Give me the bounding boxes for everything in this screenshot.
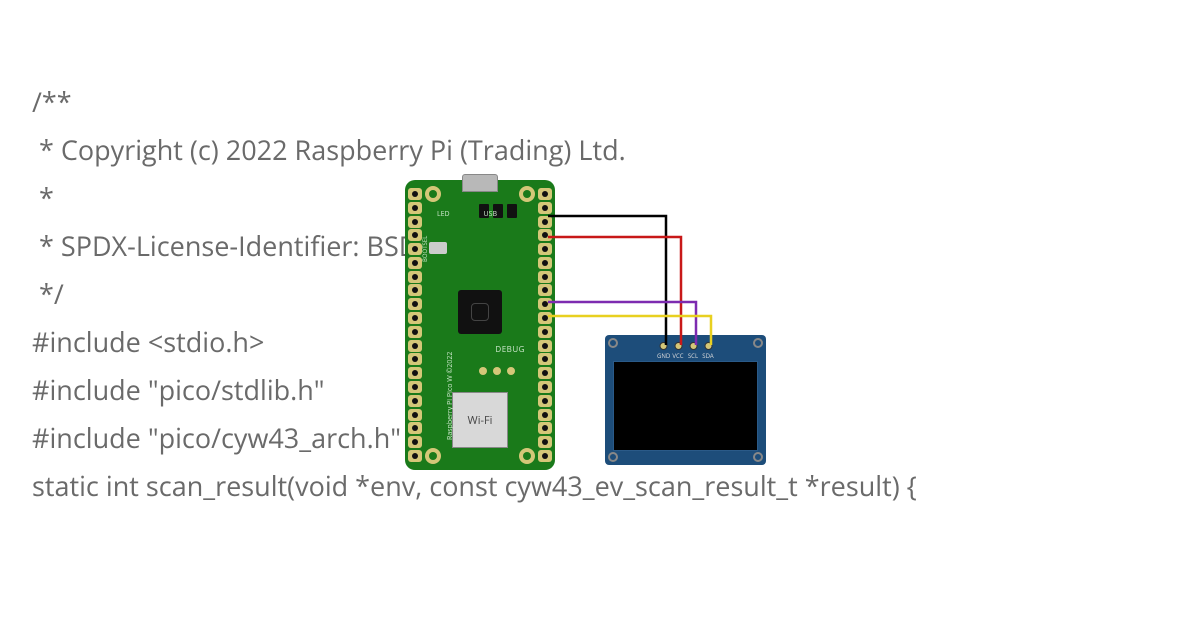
usb-connector-icon	[462, 174, 498, 192]
gpio-pin[interactable]	[538, 216, 552, 228]
mounting-hole-icon	[608, 452, 618, 462]
oled-pin-labels: GNDVCCSCLSDA	[657, 352, 714, 360]
mounting-hole-icon	[519, 186, 535, 202]
gpio-pin[interactable]	[538, 243, 552, 255]
oled-module[interactable]: GNDVCCSCLSDA	[605, 335, 766, 465]
gpio-pin[interactable]	[538, 298, 552, 310]
gpio-pin[interactable]	[408, 436, 422, 448]
gpio-pin[interactable]	[538, 257, 552, 269]
oled-pin-gnd[interactable]	[659, 342, 667, 350]
mounting-hole-icon	[425, 186, 441, 202]
gpio-pin[interactable]	[538, 367, 552, 379]
gpio-pin[interactable]	[408, 298, 422, 310]
gpio-pin[interactable]	[538, 395, 552, 407]
gpio-pins-right[interactable]	[538, 188, 552, 462]
mounting-hole-icon	[608, 338, 618, 348]
usb-label: USB	[484, 210, 497, 219]
board-name-label: Raspberry Pi Pico W ©2022	[446, 352, 455, 440]
code-line: * Copyright (c) 2022 Raspberry Pi (Tradi…	[32, 126, 917, 174]
mounting-hole-icon	[519, 448, 535, 464]
gpio-pin[interactable]	[408, 312, 422, 324]
gpio-pin[interactable]	[538, 409, 552, 421]
gpio-pin[interactable]	[408, 395, 422, 407]
mounting-hole-icon	[753, 338, 763, 348]
gpio-pin[interactable]	[408, 353, 422, 365]
led-label: LED	[437, 210, 450, 219]
gpio-pin[interactable]	[538, 340, 552, 352]
gpio-pin[interactable]	[538, 450, 552, 462]
rp2040-chip-icon	[458, 290, 502, 334]
gpio-pin[interactable]	[408, 243, 422, 255]
oled-screen	[613, 361, 758, 451]
gpio-pin[interactable]	[538, 188, 552, 200]
gpio-pin[interactable]	[408, 229, 422, 241]
gpio-pin[interactable]	[408, 188, 422, 200]
gpio-pin[interactable]	[408, 340, 422, 352]
bootsel-label: BOOTSEL	[421, 236, 429, 262]
bootsel-button[interactable]	[429, 242, 447, 254]
gpio-pin[interactable]	[408, 271, 422, 283]
gpio-pin[interactable]	[408, 284, 422, 296]
gpio-pin[interactable]	[408, 422, 422, 434]
gpio-pin[interactable]	[408, 202, 422, 214]
gpio-pin[interactable]	[538, 353, 552, 365]
gpio-pin[interactable]	[538, 381, 552, 393]
gpio-pin[interactable]	[538, 422, 552, 434]
oled-pin-scl[interactable]	[689, 342, 697, 350]
oled-pin-vcc[interactable]	[674, 342, 682, 350]
mounting-hole-icon	[425, 448, 441, 464]
debug-pads[interactable]	[479, 367, 515, 375]
gpio-pin[interactable]	[408, 257, 422, 269]
gpio-pin[interactable]	[538, 229, 552, 241]
gpio-pin[interactable]	[408, 409, 422, 421]
gpio-pin[interactable]	[538, 202, 552, 214]
oled-pin-sda[interactable]	[704, 342, 712, 350]
gpio-pin[interactable]	[538, 312, 552, 324]
gpio-pin[interactable]	[408, 367, 422, 379]
mounting-hole-icon	[753, 452, 763, 462]
gpio-pins-left[interactable]	[408, 188, 422, 462]
gpio-pin[interactable]	[538, 326, 552, 338]
gpio-pin[interactable]	[408, 326, 422, 338]
pico-w-board[interactable]: Wi-Fi DEBUG USB LED BOOTSEL Raspberry Pi…	[405, 180, 555, 470]
gpio-pin[interactable]	[538, 284, 552, 296]
gpio-pin[interactable]	[538, 436, 552, 448]
oled-pin-header[interactable]	[659, 342, 712, 350]
gpio-pin[interactable]	[408, 450, 422, 462]
code-line: /**	[32, 78, 917, 126]
gpio-pin[interactable]	[408, 381, 422, 393]
debug-label: DEBUG	[495, 344, 525, 355]
wifi-module: Wi-Fi	[452, 392, 508, 448]
gpio-pin[interactable]	[408, 216, 422, 228]
gpio-pin[interactable]	[538, 271, 552, 283]
